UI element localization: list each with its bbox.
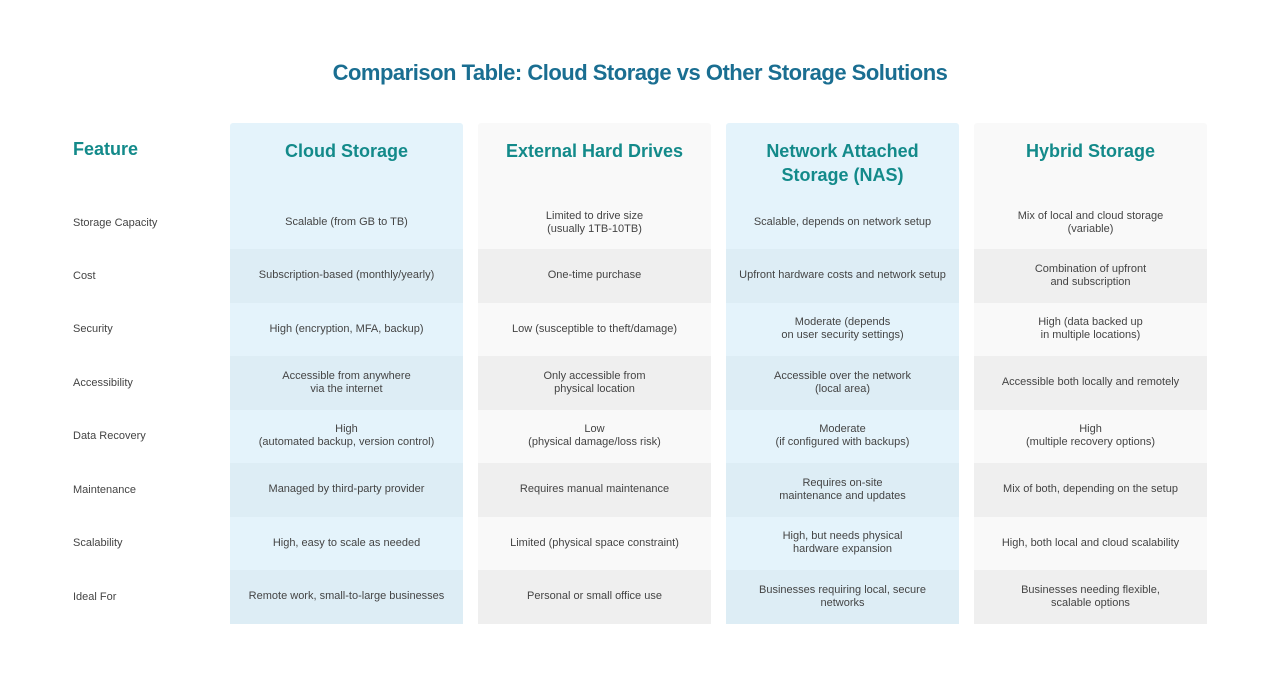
feature-label: Cost xyxy=(73,269,96,282)
table-cell: High (encryption, MFA, backup) xyxy=(230,302,463,356)
table-cell: Accessible both locally and remotely xyxy=(974,356,1207,410)
table-cell: One-time purchase xyxy=(478,249,711,303)
column-header: External Hard Drives xyxy=(478,123,711,196)
column-cloud-storage: Cloud Storage Scalable (from GB to TB) S… xyxy=(230,123,463,624)
table-cell: High (data backed up in multiple locatio… xyxy=(974,302,1207,356)
table-cell: Combination of upfront and subscription xyxy=(974,249,1207,303)
table-cell: High, but needs physical hardware expans… xyxy=(726,516,959,570)
page-title: Comparison Table: Cloud Storage vs Other… xyxy=(332,60,948,85)
feature-label: Data Recovery xyxy=(73,430,146,443)
feature-label: Ideal For xyxy=(73,590,117,603)
feature-label: Maintenance xyxy=(73,483,136,496)
table-cell: Moderate (depends on user security setti… xyxy=(726,302,959,356)
table-cell: Remote work, small-to-large businesses xyxy=(230,570,463,624)
table-cell: Accessible over the network (local area) xyxy=(726,356,959,410)
table-cell: Subscription-based (monthly/yearly) xyxy=(230,249,463,303)
table-cell: High (multiple recovery options) xyxy=(974,409,1207,463)
feature-column: Feature Storage Capacity Cost Security A… xyxy=(73,123,223,624)
table-cell: Scalable, depends on network setup xyxy=(726,196,959,249)
table-cell: Accessible from anywhere via the interne… xyxy=(230,356,463,410)
table-cell: Limited (physical space constraint) xyxy=(478,516,711,570)
table-cell: Businesses requiring local, secure netwo… xyxy=(726,570,959,624)
feature-label: Accessibility xyxy=(73,376,133,389)
table-cell: High, easy to scale as needed xyxy=(230,516,463,570)
table-cell: Requires on-site maintenance and updates xyxy=(726,463,959,517)
feature-header: Feature xyxy=(73,139,139,159)
table-cell: Low (physical damage/loss risk) xyxy=(478,409,711,463)
table-cell: Scalable (from GB to TB) xyxy=(230,196,463,249)
table-cell: Managed by third-party provider xyxy=(230,463,463,517)
table-cell: Businesses needing flexible, scalable op… xyxy=(974,570,1207,624)
feature-label: Storage Capacity xyxy=(73,216,158,229)
table-cell: Moderate (if configured with backups) xyxy=(726,409,959,463)
column-header: Network Attached Storage (NAS) xyxy=(726,123,959,196)
table-cell: Only accessible from physical location xyxy=(478,356,711,410)
table-cell: Personal or small office use xyxy=(478,570,711,624)
column-header: Hybrid Storage xyxy=(974,123,1207,196)
table-cell: Low (susceptible to theft/damage) xyxy=(478,302,711,356)
table-cell: High (automated backup, version control) xyxy=(230,409,463,463)
table-cell: Upfront hardware costs and network setup xyxy=(726,249,959,303)
column-hybrid-storage: Hybrid Storage Mix of local and cloud st… xyxy=(974,123,1207,624)
table-cell: Requires manual maintenance xyxy=(478,463,711,517)
table-cell: Mix of both, depending on the setup xyxy=(974,463,1207,517)
column-external-hard-drives: External Hard Drives Limited to drive si… xyxy=(478,123,711,624)
column-header: Cloud Storage xyxy=(230,123,463,196)
feature-label: Scalability xyxy=(73,537,123,550)
table-cell: Mix of local and cloud storage (variable… xyxy=(974,196,1207,249)
feature-label: Security xyxy=(73,323,113,336)
column-nas: Network Attached Storage (NAS) Scalable,… xyxy=(726,123,959,624)
table-cell: Limited to drive size (usually 1TB-10TB) xyxy=(478,196,711,249)
table-cell: High, both local and cloud scalability xyxy=(974,516,1207,570)
